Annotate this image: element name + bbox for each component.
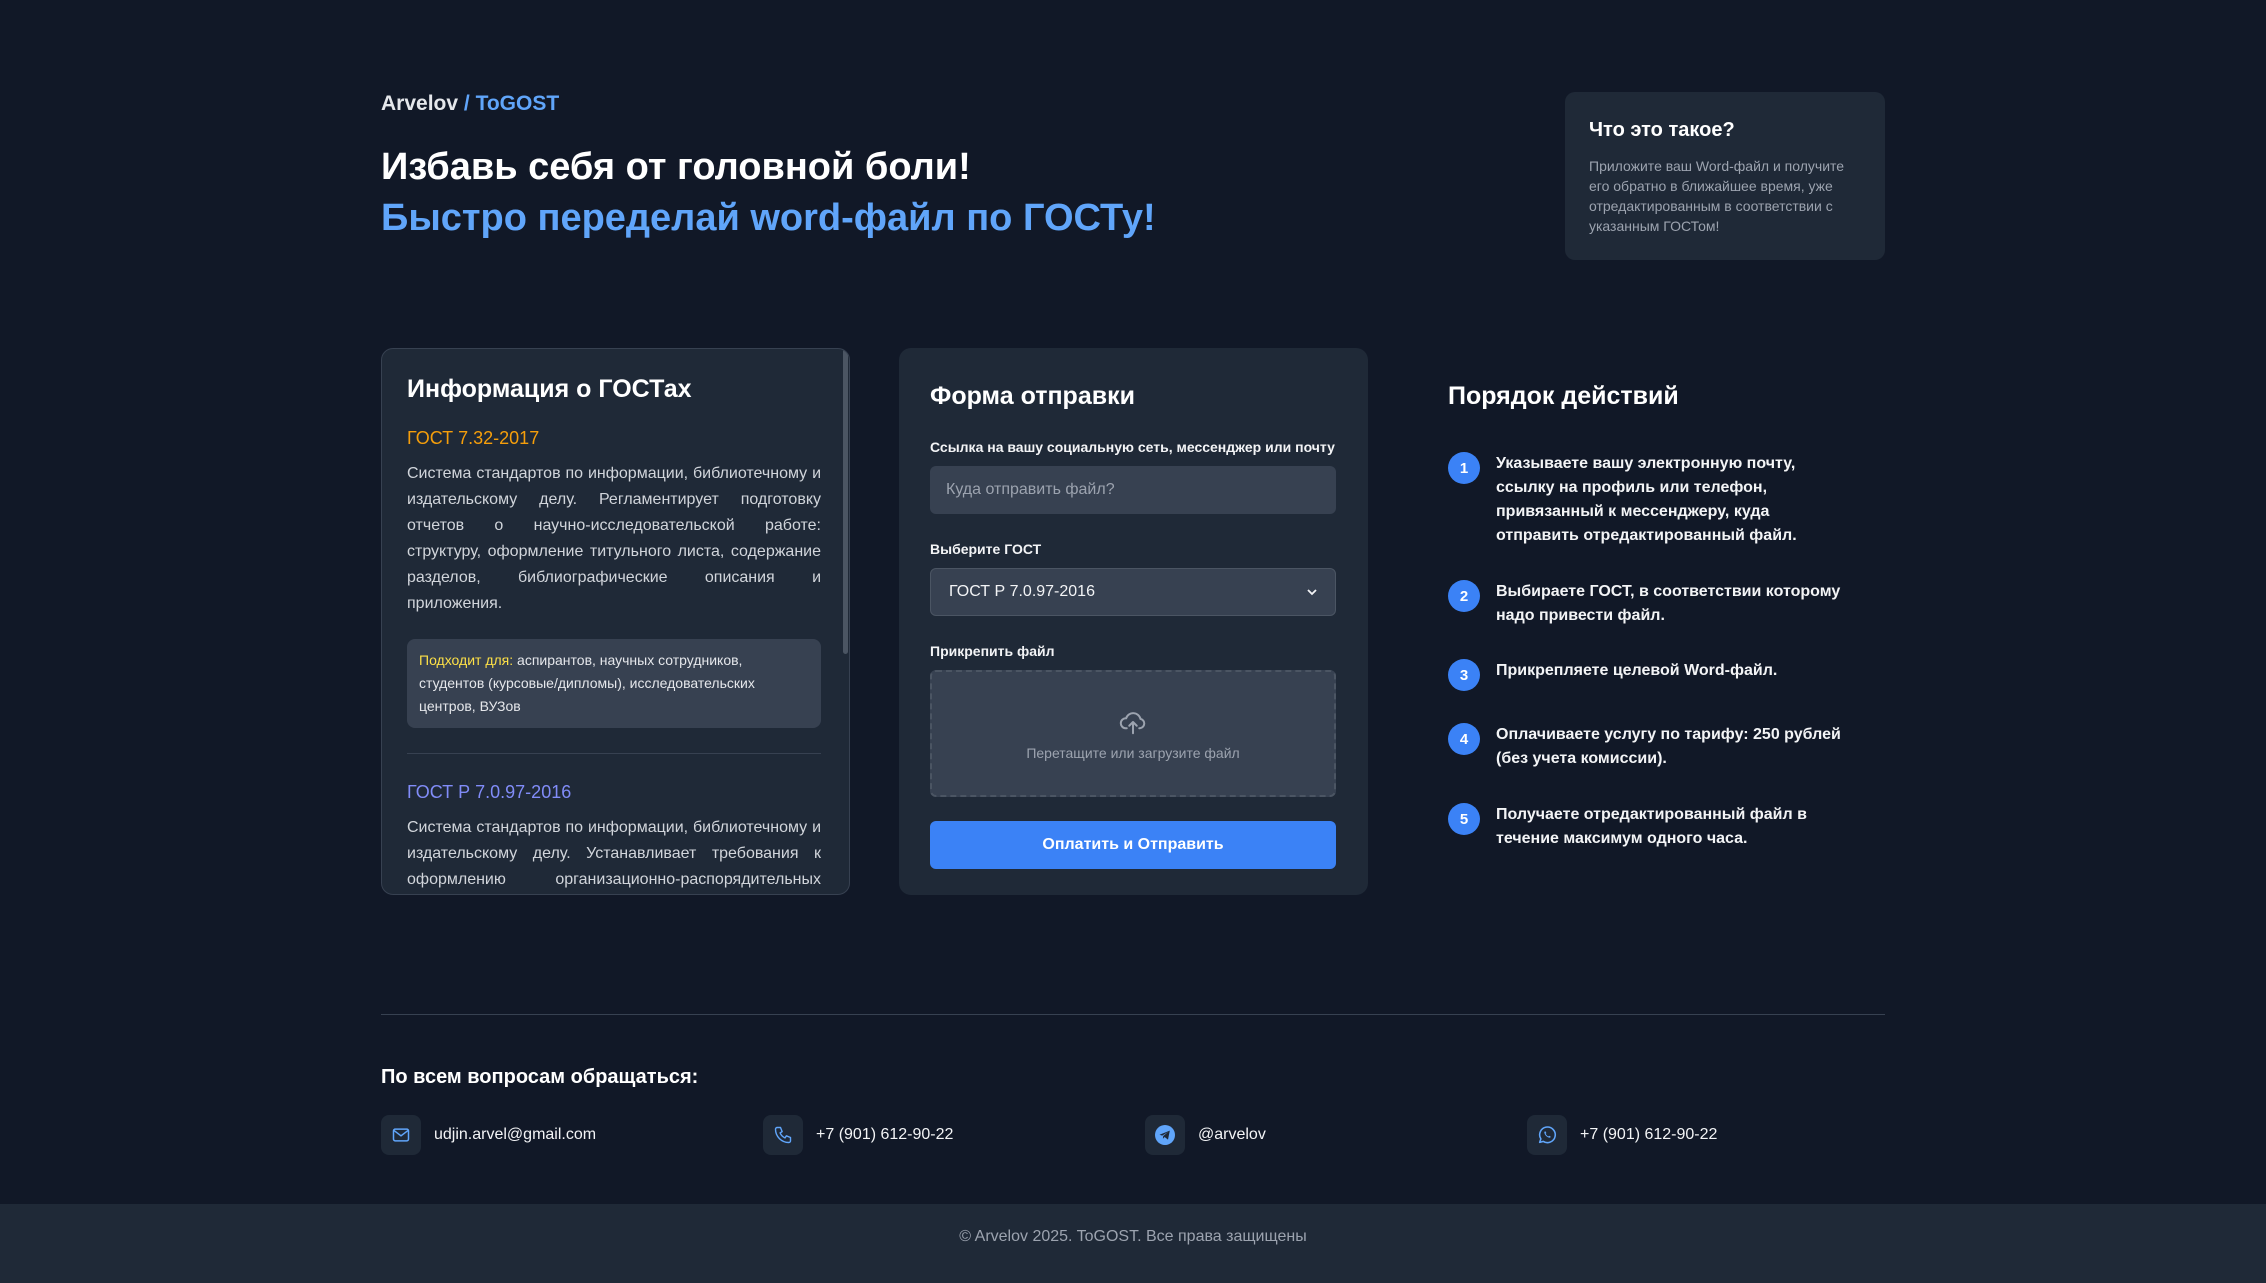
- pay-and-send-button[interactable]: Оплатить и Отправить: [930, 821, 1336, 869]
- gost-divider: [407, 753, 821, 754]
- mail-icon: [381, 1115, 421, 1155]
- gost-item-description: Система стандартов по информации, библио…: [407, 465, 821, 612]
- file-field-label: Прикрепить файл: [930, 643, 1055, 659]
- contact-field-label: Ссылка на вашу социальную сеть, мессендж…: [930, 439, 1335, 455]
- step-item: 3 Прикрепляете целевой Word-файл.: [1448, 659, 1846, 691]
- about-title: Что это такое?: [1589, 119, 1735, 141]
- gost-item-audience: Подходит для: аспирантов, научных сотруд…: [407, 639, 821, 728]
- audience-label: Подходит для:: [419, 652, 514, 668]
- step-text: Получаете отредактированный файл в течен…: [1496, 806, 1807, 847]
- contact-value: @arvelov: [1198, 1126, 1266, 1143]
- step-text: Выбираете ГОСТ, в соответствии которому …: [1496, 583, 1841, 624]
- dropzone-text: Перетащите или загрузите файл: [1026, 744, 1240, 761]
- hero-title: Избавь себя от головной боли!: [381, 146, 971, 188]
- hero-subtitle: Быстро переделай word-файл по ГОСТу!: [381, 197, 1156, 239]
- contact-whatsapp[interactable]: +7 (901) 612-90-22: [1527, 1115, 1717, 1155]
- about-text: Приложите ваш Word-файл и получите его о…: [1589, 158, 1845, 234]
- step-item: 1 Указываете вашу электронную почту, ссы…: [1448, 452, 1846, 548]
- step-number: 2: [1448, 580, 1480, 612]
- upload-cloud-icon: [1119, 711, 1146, 734]
- step-number: 5: [1448, 803, 1480, 835]
- contact-email[interactable]: udjin.arvel@gmail.com: [381, 1115, 596, 1155]
- submit-form-card: Форма отправки Ссылка на вашу социальную…: [899, 348, 1368, 895]
- footer: © Arvelov 2025. ToGOST. Все права защище…: [0, 1204, 2266, 1283]
- step-text: Указываете вашу электронную почту, ссылк…: [1496, 455, 1797, 544]
- step-number: 3: [1448, 659, 1480, 691]
- gost-item-title: ГОСТ Р 7.0.97-2016: [407, 782, 572, 802]
- contact-phone[interactable]: +7 (901) 612-90-22: [763, 1115, 953, 1155]
- copyright-text: © Arvelov 2025. ToGOST. Все права защище…: [959, 1228, 1307, 1245]
- step-item: 4 Оплачиваете услугу по тарифу: 250 рубл…: [1448, 723, 1846, 771]
- contact-input[interactable]: [930, 466, 1336, 514]
- contact-value: +7 (901) 612-90-22: [816, 1126, 954, 1143]
- step-item: 5 Получаете отредактированный файл в теч…: [1448, 803, 1846, 851]
- contact-value: udjin.arvel@gmail.com: [434, 1126, 597, 1143]
- info-scrollbar[interactable]: [843, 349, 849, 894]
- contact-telegram[interactable]: @arvelov: [1145, 1115, 1266, 1155]
- step-number: 1: [1448, 452, 1480, 484]
- steps-title: Порядок действий: [1448, 382, 1679, 410]
- step-item: 2 Выбираете ГОСТ, в соответствии котором…: [1448, 580, 1846, 628]
- whatsapp-icon: [1527, 1115, 1567, 1155]
- section-divider: [381, 1014, 1885, 1015]
- step-text: Прикрепляете целевой Word-файл.: [1496, 662, 1778, 679]
- brand-breadcrumb: Arvelov / ToGOST: [381, 92, 559, 116]
- gost-info-card[interactable]: Информация о ГОСТах ГОСТ 7.32-2017 Систе…: [381, 348, 850, 895]
- contacts-title: По всем вопросам обращаться:: [381, 1066, 699, 1088]
- gost-item-description: Система стандартов по информации, библио…: [407, 819, 821, 888]
- contact-value: +7 (901) 612-90-22: [1580, 1126, 1718, 1143]
- info-scrollbar-thumb[interactable]: [843, 349, 848, 654]
- file-dropzone[interactable]: Перетащите или загрузите файл: [930, 670, 1336, 797]
- chevron-down-icon: [1307, 589, 1317, 596]
- step-number: 4: [1448, 723, 1480, 755]
- gost-select-label: Выберите ГОСТ: [930, 541, 1042, 557]
- brand-separator: /: [463, 92, 470, 115]
- telegram-icon: [1145, 1115, 1185, 1155]
- steps-section: Порядок действий 1 Указываете вашу элект…: [1448, 348, 1885, 847]
- gost-item-title: ГОСТ 7.32-2017: [407, 428, 540, 448]
- about-card: Что это такое? Приложите ваш Word-файл и…: [1565, 92, 1885, 260]
- step-text: Оплачиваете услугу по тарифу: 250 рублей…: [1496, 726, 1841, 767]
- form-title: Форма отправки: [930, 382, 1135, 410]
- gost-info-title: Информация о ГОСТах: [407, 375, 692, 403]
- gost-select[interactable]: ГОСТ Р 7.0.97-2016: [930, 568, 1336, 616]
- gost-select-value: ГОСТ Р 7.0.97-2016: [949, 583, 1095, 600]
- brand-owner: Arvelov: [381, 92, 459, 115]
- brand-product-link[interactable]: ToGOST: [476, 92, 560, 115]
- phone-icon: [763, 1115, 803, 1155]
